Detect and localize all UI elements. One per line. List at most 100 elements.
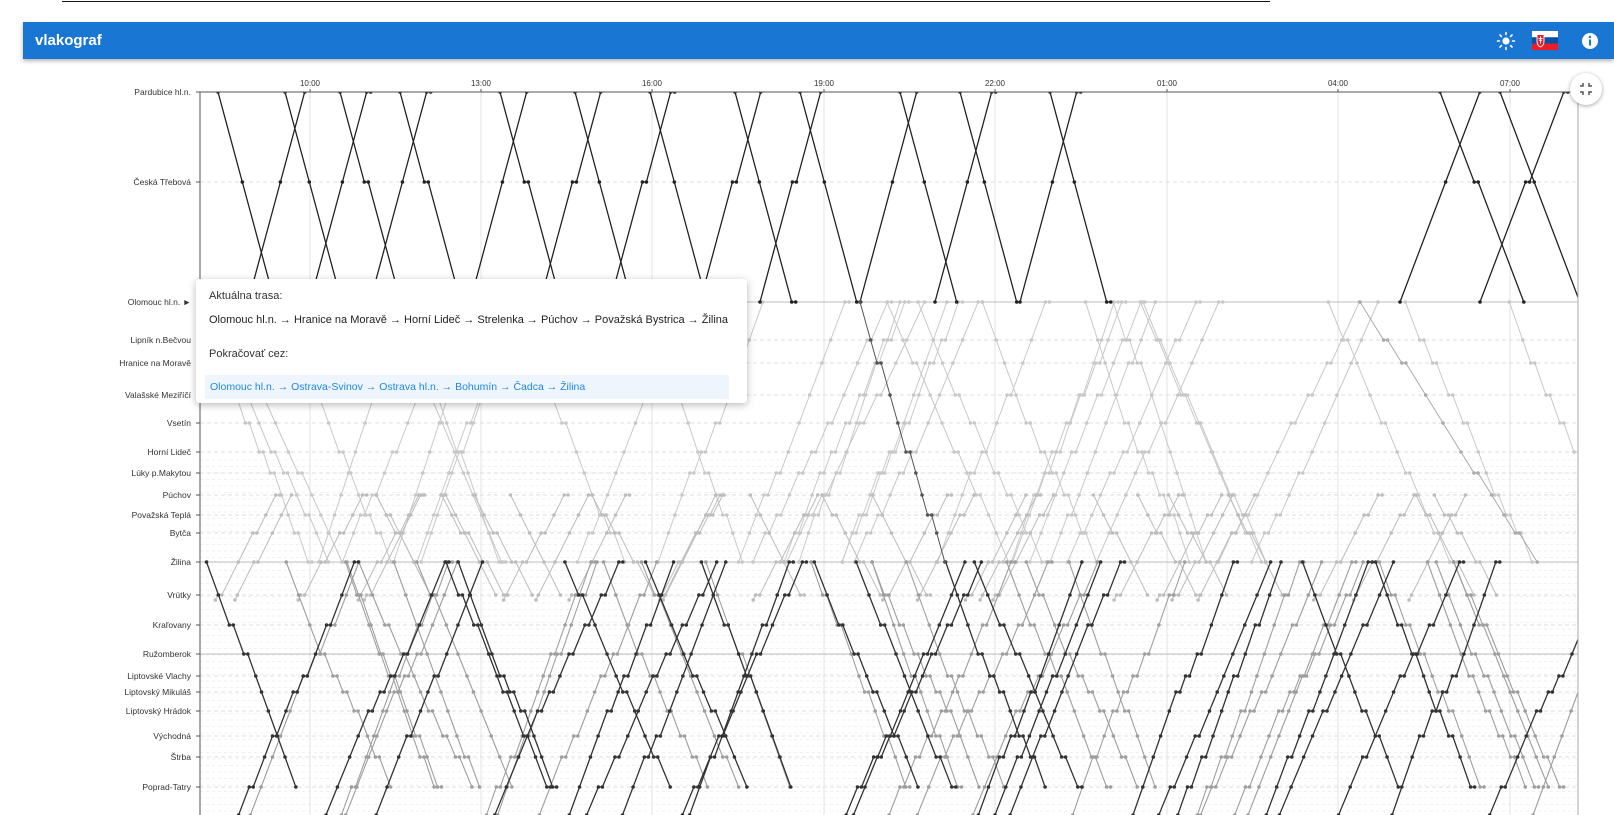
train-line[interactable] xyxy=(1251,301,1379,563)
train-line[interactable] xyxy=(759,92,822,303)
station-label[interactable]: Bytča xyxy=(170,528,192,538)
collapse-button[interactable] xyxy=(1570,73,1602,105)
train-line[interactable] xyxy=(841,301,948,563)
train-line[interactable] xyxy=(247,92,306,303)
train-line[interactable] xyxy=(871,494,931,596)
train-line[interactable] xyxy=(1408,494,1466,601)
train-line[interactable] xyxy=(284,92,343,303)
train-stop-dot xyxy=(1447,560,1452,564)
train-line[interactable] xyxy=(845,561,966,815)
train-line[interactable] xyxy=(1337,561,1464,815)
station-label[interactable]: Kraľovany xyxy=(153,620,192,630)
train-line[interactable] xyxy=(1227,494,1287,596)
train-line[interactable] xyxy=(510,494,561,596)
train-line[interactable] xyxy=(994,561,1102,815)
train-line[interactable] xyxy=(752,494,819,601)
train-line[interactable] xyxy=(738,301,849,563)
slovak-flag-icon[interactable] xyxy=(1532,31,1558,50)
train-line[interactable] xyxy=(1278,561,1394,815)
train-line[interactable] xyxy=(399,92,462,303)
train-line[interactable] xyxy=(734,92,796,303)
station-label[interactable]: Púchov xyxy=(163,490,192,500)
train-line[interactable] xyxy=(499,92,562,303)
train-line[interactable] xyxy=(445,494,508,596)
train-line[interactable] xyxy=(888,561,1015,815)
train-line[interactable] xyxy=(1019,92,1081,303)
train-line[interactable] xyxy=(1049,92,1111,303)
station-label[interactable]: Vrútky xyxy=(167,590,192,600)
station-label[interactable]: Považská Teplá xyxy=(132,510,192,520)
train-line[interactable] xyxy=(1439,92,1525,303)
train-line[interactable] xyxy=(934,92,996,303)
train-line[interactable] xyxy=(494,561,623,815)
train-line[interactable] xyxy=(1072,561,1186,815)
train-line[interactable] xyxy=(1489,562,1610,815)
train-line[interactable] xyxy=(916,561,1052,815)
station-label[interactable]: Hranice na Moravě xyxy=(119,358,191,368)
train-line[interactable] xyxy=(1265,561,1373,815)
train-line[interactable] xyxy=(574,92,633,303)
train-line[interactable] xyxy=(473,494,533,596)
station-label[interactable]: Valašské Meziříčí xyxy=(125,390,192,400)
info-icon[interactable] xyxy=(1579,30,1601,52)
train-line[interactable] xyxy=(339,92,402,303)
train-line[interactable] xyxy=(981,301,1097,563)
train-line[interactable] xyxy=(1171,494,1234,601)
train-line[interactable] xyxy=(1532,562,1614,815)
station-label[interactable]: Horní Lideč xyxy=(148,447,192,457)
train-line[interactable] xyxy=(297,494,367,601)
train-line[interactable] xyxy=(799,92,861,303)
train-line[interactable] xyxy=(688,561,794,815)
station-label[interactable]: Liptovský Mikuláš xyxy=(124,687,191,697)
train-line[interactable] xyxy=(369,92,431,303)
train-line[interactable] xyxy=(959,92,1018,303)
station-label[interactable]: Ružomberok xyxy=(143,649,192,659)
train-line[interactable] xyxy=(1093,494,1148,596)
train-line[interactable] xyxy=(821,494,881,596)
sun-icon[interactable] xyxy=(1495,30,1517,52)
train-line[interactable] xyxy=(497,561,598,815)
train-line[interactable] xyxy=(1009,561,1125,815)
train-line[interactable] xyxy=(899,92,958,303)
train-line[interactable] xyxy=(609,92,675,303)
train-line[interactable] xyxy=(539,92,602,303)
station-label[interactable]: Lúky p.Makytou xyxy=(131,468,191,478)
train-line[interactable] xyxy=(1433,494,1497,596)
train-line[interactable] xyxy=(217,92,279,303)
train-line[interactable] xyxy=(649,92,708,303)
train-line[interactable] xyxy=(503,494,569,601)
alternative-route-link[interactable]: Olomouc hl.n. → Ostrava-Svinov → Ostrava… xyxy=(205,375,729,399)
train-line[interactable] xyxy=(309,92,371,303)
station-label[interactable]: Lipník n.Bečvou xyxy=(131,335,192,345)
station-label[interactable]: Žilina xyxy=(171,557,192,567)
train-line[interactable] xyxy=(699,92,762,303)
train-line[interactable] xyxy=(1113,494,1183,601)
station-label[interactable]: Štrba xyxy=(171,752,192,762)
train-line[interactable] xyxy=(535,494,593,601)
train-line[interactable] xyxy=(1132,561,1238,815)
train-line[interactable] xyxy=(234,494,292,601)
train-line[interactable] xyxy=(469,92,528,303)
station-label[interactable]: Česká Třebová xyxy=(134,177,192,187)
train-line[interactable] xyxy=(1479,92,1568,303)
train-line[interactable] xyxy=(363,494,425,601)
train-graph[interactable]: 10:00 13:00 16:00 19:00 22:00 01:00 04:00 07:00… xyxy=(0,60,1614,815)
train-line[interactable] xyxy=(1247,561,1364,815)
train-line[interactable] xyxy=(1177,561,1282,815)
train-line[interactable] xyxy=(1168,494,1228,596)
station-label[interactable]: Liptovské Vlachy xyxy=(127,671,192,681)
train-line[interactable] xyxy=(538,561,658,815)
train-stop-dot xyxy=(1042,450,1047,454)
station-label[interactable]: Pardubice hl.n. xyxy=(134,87,191,97)
train-line[interactable] xyxy=(1508,301,1614,562)
station-label[interactable]: Olomouc hl.n. ► xyxy=(128,297,191,307)
train-line[interactable] xyxy=(1313,494,1383,601)
train-line[interactable] xyxy=(1196,561,1304,815)
train-line[interactable] xyxy=(214,494,280,601)
station-label[interactable]: Liptovský Hrádok xyxy=(126,706,192,716)
station-label[interactable]: Východná xyxy=(153,731,191,741)
train-line[interactable] xyxy=(249,561,360,815)
station-label[interactable]: Poprad-Tatry xyxy=(142,782,191,792)
station-label[interactable]: Vsetín xyxy=(167,418,191,428)
train-line[interactable] xyxy=(1399,92,1481,303)
